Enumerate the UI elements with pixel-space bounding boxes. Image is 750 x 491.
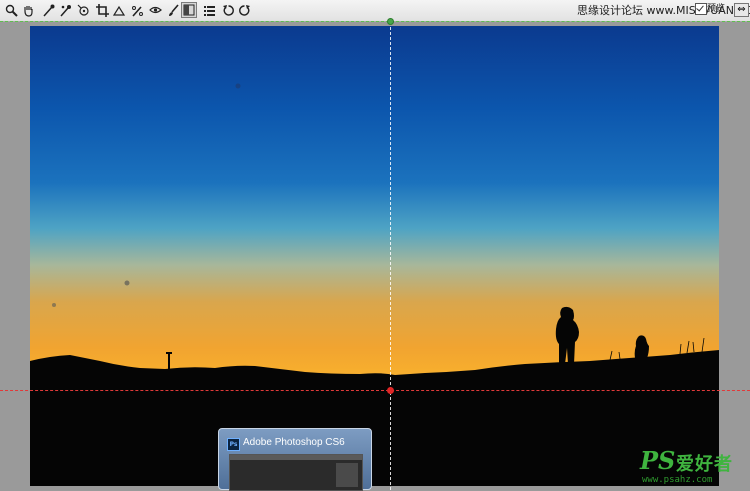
fullscreen-button[interactable]: ⇔ bbox=[734, 3, 749, 17]
watermark-logo-ps: PS bbox=[640, 446, 676, 475]
taskbar-thumbnail-preview[interactable]: Ps Adobe Photoshop CS6 bbox=[218, 428, 372, 491]
taskbar-preview-thumbnail bbox=[229, 454, 363, 491]
spot-removal-tool-icon[interactable] bbox=[129, 2, 145, 18]
watermark-url: www.psahz.com bbox=[642, 475, 713, 485]
landscape-silhouette bbox=[30, 83, 719, 486]
guide-anchor-point[interactable] bbox=[387, 387, 394, 394]
toolbar: 思缘设计论坛 www.MISSVUAN.COM 预览 ⇔ bbox=[0, 0, 750, 22]
hand-tool-icon[interactable] bbox=[20, 2, 36, 18]
rotate-ccw-icon[interactable] bbox=[220, 2, 236, 18]
red-eye-removal-tool-icon[interactable] bbox=[147, 2, 163, 18]
watermark-logo-text: 爱好者 bbox=[676, 454, 733, 475]
zoom-tool-icon[interactable] bbox=[3, 2, 19, 18]
preview-checkbox[interactable] bbox=[695, 3, 707, 15]
top-guide-line bbox=[0, 21, 750, 22]
preferences-icon[interactable] bbox=[201, 2, 217, 18]
crop-tool-icon[interactable] bbox=[94, 2, 110, 18]
adjustment-brush-tool-icon[interactable] bbox=[165, 2, 181, 18]
guide-anchor-top[interactable] bbox=[387, 18, 394, 25]
vertical-guide-line bbox=[390, 22, 391, 490]
rotate-cw-icon[interactable] bbox=[236, 2, 252, 18]
graduated-filter-tool-icon[interactable] bbox=[181, 2, 197, 18]
site-watermark: PS 爱好者 www.psahz.com bbox=[640, 446, 746, 488]
straighten-tool-icon[interactable] bbox=[111, 2, 127, 18]
targeted-adjustment-tool-icon[interactable] bbox=[75, 2, 91, 18]
photo-canvas[interactable] bbox=[30, 26, 719, 486]
white-balance-tool-icon[interactable] bbox=[40, 2, 56, 18]
horizontal-guide-line bbox=[0, 390, 750, 391]
preview-label: 预览 bbox=[707, 4, 726, 14]
photoshop-app-icon: Ps bbox=[227, 438, 240, 451]
color-sampler-tool-icon[interactable] bbox=[57, 2, 73, 18]
taskbar-preview-title: Adobe Photoshop CS6 bbox=[243, 437, 345, 448]
